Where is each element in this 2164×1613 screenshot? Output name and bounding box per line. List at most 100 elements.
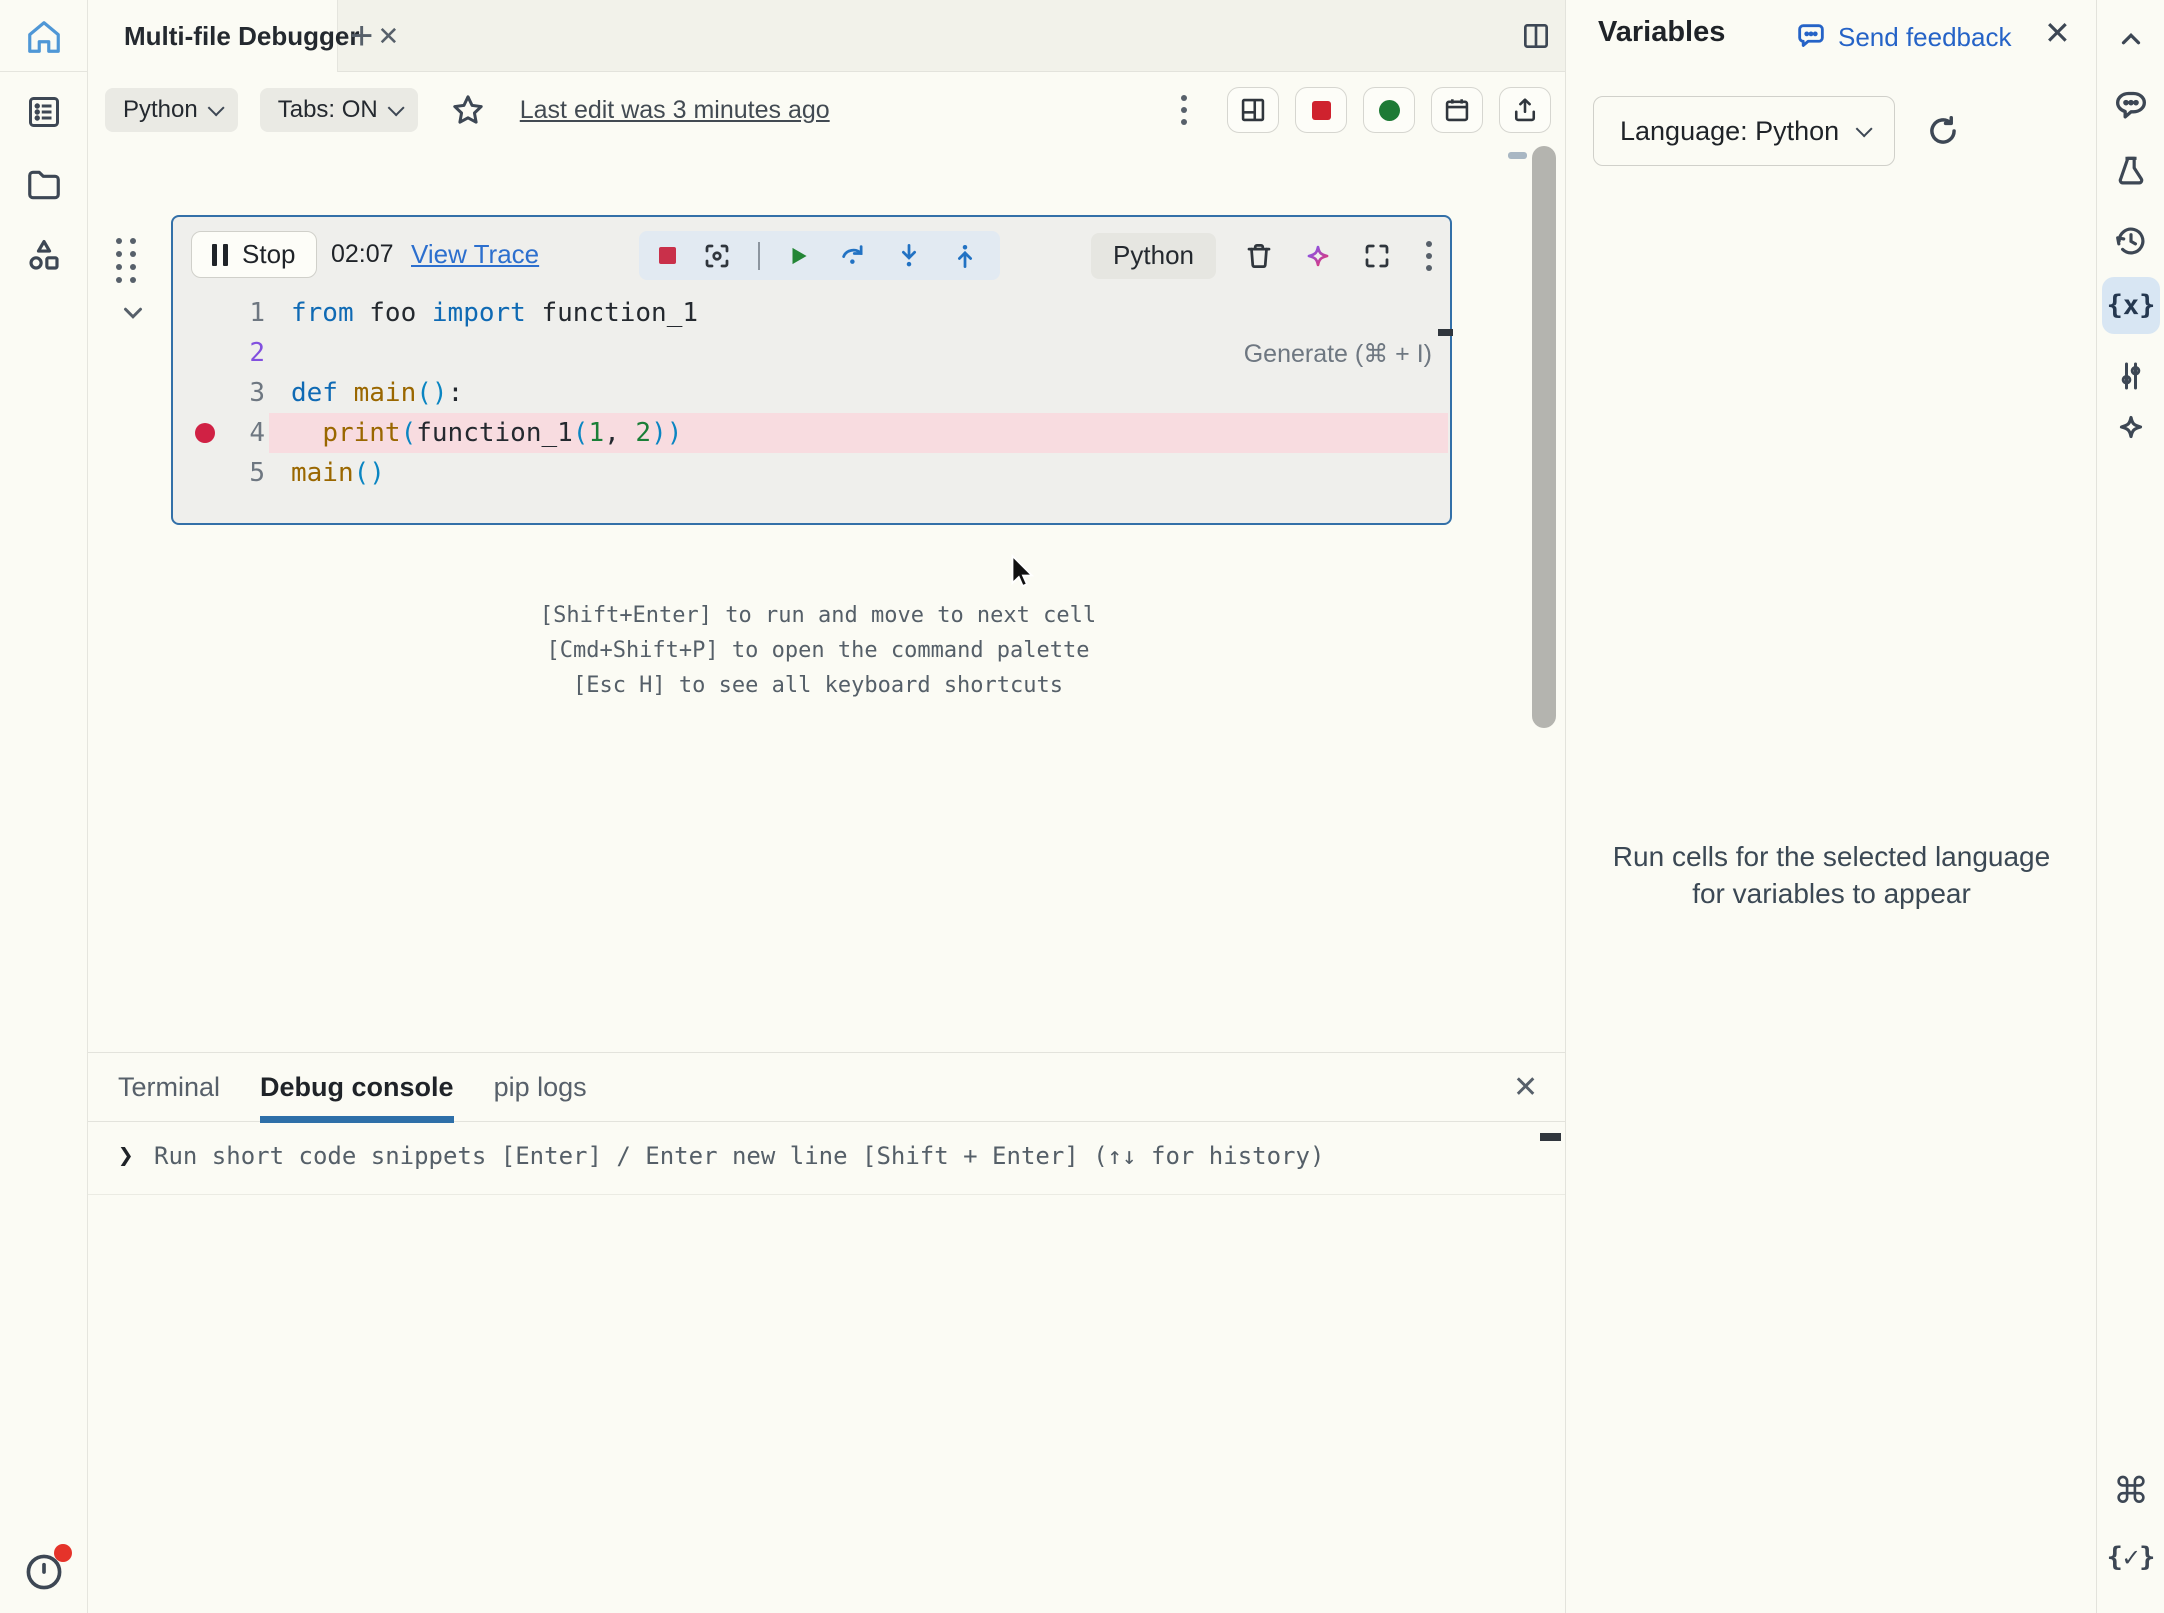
code-token: )) <box>651 418 682 448</box>
code-token: 1 <box>588 418 604 448</box>
code-line[interactable]: 4 print(function_1(1, 2)) <box>173 413 1448 453</box>
machine-status-button[interactable] <box>1363 87 1415 133</box>
tabs-toggle-label: Tabs: ON <box>278 96 378 124</box>
cell-toolbar: Stop 02:07 View Trace <box>173 231 1450 281</box>
code-token: foo <box>354 298 432 328</box>
new-tab-button[interactable]: + <box>350 14 373 59</box>
send-feedback-link[interactable]: Send feedback <box>1794 20 2011 54</box>
line-gutter[interactable]: 3 <box>173 378 269 408</box>
focus-scan-icon[interactable] <box>702 241 732 271</box>
line-number: 5 <box>173 458 269 488</box>
home-icon[interactable] <box>0 18 88 56</box>
view-trace-link[interactable]: View Trace <box>411 239 539 270</box>
variables-language-label: Language: Python <box>1620 116 1839 147</box>
cell-scroll-marker <box>1438 329 1453 336</box>
code-line[interactable]: 3def main(): <box>173 373 1448 413</box>
hint-line: [Cmd+Shift+P] to open the command palett… <box>88 633 1548 668</box>
braces-check-icon[interactable]: {✓} <box>2097 1542 2164 1573</box>
schedule-button[interactable] <box>1431 87 1483 133</box>
code-text[interactable]: main() <box>269 453 1448 493</box>
keyboard-hints: [Shift+Enter] to run and move to next ce… <box>88 598 1548 703</box>
line-gutter[interactable]: 2 <box>173 338 269 368</box>
line-number: 2 <box>173 338 269 368</box>
line-gutter[interactable]: 5 <box>173 458 269 488</box>
left-sidebar <box>0 0 88 1613</box>
code-text[interactable]: from foo import function_1 <box>269 293 1448 333</box>
generate-hint: Generate (⌘ + I) <box>1244 339 1432 369</box>
cell-collapse-chevron-icon[interactable] <box>118 298 148 328</box>
list-icon[interactable] <box>0 94 88 130</box>
braces-check-glyph: {✓} <box>2107 1542 2156 1573</box>
debug-stop-icon[interactable] <box>659 247 676 264</box>
debug-console-prompt-row[interactable]: ❯ Run short code snippets [Enter] / Ente… <box>88 1123 1565 1195</box>
variables-empty-line2: for variables to appear <box>1566 875 2097 912</box>
shapes-icon[interactable] <box>0 236 88 274</box>
cell-language-pill[interactable]: Python <box>1091 233 1216 279</box>
notification-dot <box>54 1544 72 1562</box>
console-input-placeholder[interactable]: Run short code snippets [Enter] / Enter … <box>154 1142 1324 1170</box>
refresh-icon[interactable] <box>1924 112 1962 150</box>
chevron-down-icon <box>207 99 224 116</box>
ai-sparkle-icon[interactable] <box>1302 240 1334 272</box>
trash-icon[interactable] <box>1244 241 1274 271</box>
tab-close-icon[interactable]: ✕ <box>373 19 403 53</box>
variables-close-icon[interactable]: ✕ <box>2044 14 2071 52</box>
split-view-icon[interactable] <box>1520 20 1552 52</box>
tab-multi-file-debugger[interactable]: Multi-file Debugger ✕ <box>88 0 338 72</box>
variables-language-selector[interactable]: Language: Python <box>1593 96 1895 166</box>
step-over-icon[interactable] <box>838 241 868 271</box>
breakpoint-dot[interactable] <box>195 423 215 443</box>
code-text[interactable]: print(function_1(1, 2)) <box>269 413 1448 453</box>
code-token: : <box>448 378 464 408</box>
code-line[interactable]: 5main() <box>173 453 1448 493</box>
variables-icon[interactable]: {x} <box>2097 290 2164 321</box>
variables-panel: Variables Send feedback ✕ Language: Pyth… <box>1565 0 2096 1613</box>
tab-pip-logs[interactable]: pip logs <box>494 1052 587 1122</box>
tab-terminal[interactable]: Terminal <box>118 1052 220 1122</box>
tab-debug-console[interactable]: Debug console <box>260 1052 454 1122</box>
timer-icon[interactable] <box>0 1550 88 1594</box>
stop-machine-button[interactable] <box>1295 87 1347 133</box>
chevron-up-icon[interactable] <box>2097 24 2164 54</box>
pause-icon <box>212 244 228 266</box>
sidebar-divider <box>0 71 88 72</box>
send-feedback-label: Send feedback <box>1838 22 2011 53</box>
variables-empty-line1: Run cells for the selected language <box>1566 838 2097 875</box>
last-edit-link[interactable]: Last edit was 3 minutes ago <box>520 96 830 125</box>
code-text[interactable]: def main(): <box>269 373 1448 413</box>
language-dropdown[interactable]: Python <box>105 88 238 132</box>
cell-kebab-menu[interactable] <box>1420 235 1438 277</box>
step-into-icon[interactable] <box>894 241 924 271</box>
flask-icon[interactable] <box>2097 152 2164 190</box>
layout-grid-button[interactable] <box>1227 87 1279 133</box>
code-lines[interactable]: 1from foo import function_123def main():… <box>173 293 1448 493</box>
line-gutter[interactable]: 4 <box>173 418 269 448</box>
cell-drag-handle[interactable] <box>116 238 137 283</box>
stop-debug-button[interactable]: Stop <box>191 231 317 278</box>
star-icon[interactable] <box>450 92 486 128</box>
command-icon[interactable]: ⌘ <box>2097 1470 2164 1512</box>
step-out-icon[interactable] <box>950 241 980 271</box>
code-token: ( <box>573 418 589 448</box>
history-icon[interactable] <box>2097 222 2164 260</box>
bottom-panel-close-icon[interactable]: ✕ <box>1513 1070 1538 1105</box>
app-root: Multi-file Debugger ✕ + Python Tabs: ON … <box>0 0 2164 1613</box>
sparkle-icon[interactable] <box>2097 408 2164 446</box>
folder-icon[interactable] <box>0 166 88 204</box>
line-gutter[interactable]: 1 <box>173 298 269 328</box>
toolbar-kebab-menu[interactable] <box>1175 89 1193 131</box>
notebook-scrollbar[interactable] <box>1532 146 1556 728</box>
comments-icon[interactable] <box>2097 86 2164 126</box>
sliders-icon[interactable] <box>2097 358 2164 394</box>
cell-toolbar-right: Python <box>1091 231 1438 280</box>
debug-continue-icon[interactable] <box>786 243 812 269</box>
green-circle-icon <box>1379 100 1400 121</box>
code-token <box>291 418 322 448</box>
feedback-bubble-icon <box>1794 20 1828 54</box>
right-icon-strip: {x} ⌘ {✓} <box>2096 0 2164 1613</box>
share-button[interactable] <box>1499 87 1551 133</box>
fullscreen-icon[interactable] <box>1362 241 1392 271</box>
cell-timer: 02:07 <box>331 240 394 269</box>
tabs-toggle-dropdown[interactable]: Tabs: ON <box>260 88 418 132</box>
code-line[interactable]: 1from foo import function_1 <box>173 293 1448 333</box>
